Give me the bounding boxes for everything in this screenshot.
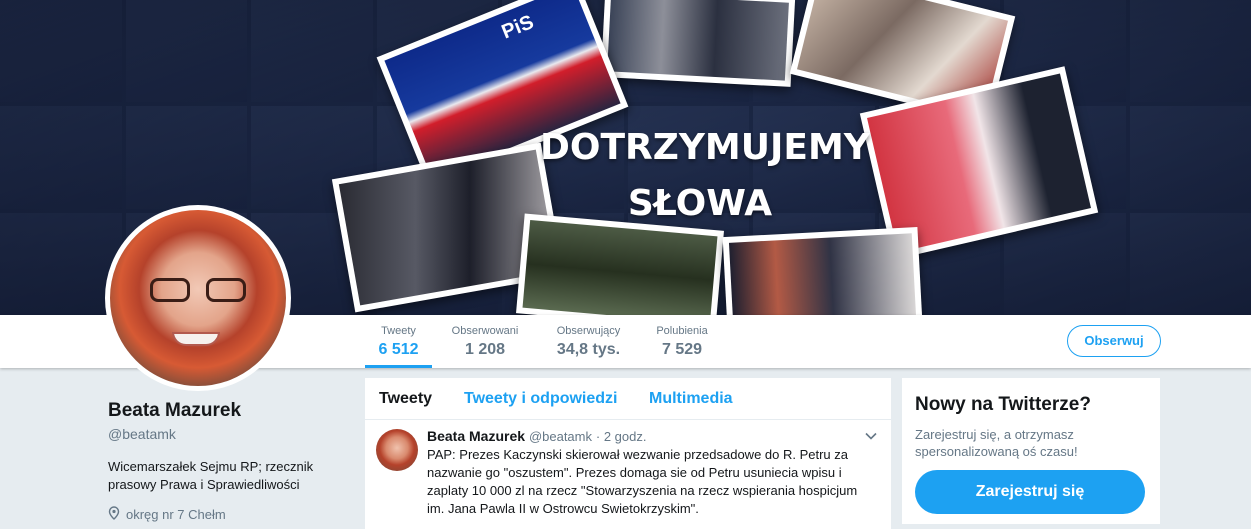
signup-panel: Nowy na Twitterze? Zarejestruj się, a ot… <box>902 378 1160 524</box>
location-pin-icon <box>108 506 120 523</box>
tweet[interactable]: Beata Mazurek @beatamk · 2 godz. PAP: Pr… <box>365 420 891 518</box>
profile-location: okręg nr 7 Chełm <box>108 506 348 523</box>
tab-tweets-and-replies[interactable]: Tweety i odpowiedzi <box>464 390 618 408</box>
follow-button[interactable]: Obserwuj <box>1067 325 1161 357</box>
profile-bio: Wicemarszałek Sejmu RP; rzecznik prasowy… <box>108 459 314 492</box>
tweet-avatar[interactable] <box>376 429 418 471</box>
profile-name[interactable]: Beata Mazurek <box>108 400 348 422</box>
twitter-profile-page: PiS DOTRZYMUJEMY SŁOWA Tweety 6 512 Obse… <box>0 0 1251 529</box>
stat-tweets[interactable]: Tweety 6 512 <box>365 315 432 368</box>
stat-likes[interactable]: Polubienia 7 529 <box>648 315 716 368</box>
tab-tweets[interactable]: Tweety <box>379 390 432 408</box>
tweet-header: Beata Mazurek @beatamk · 2 godz. <box>427 428 879 444</box>
tab-media[interactable]: Multimedia <box>649 390 733 408</box>
tweet-timestamp[interactable]: · 2 godz. <box>596 429 647 444</box>
timeline-tabs: Tweety Tweety i odpowiedzi Multimedia <box>365 378 891 420</box>
tweet-author-name[interactable]: Beata Mazurek <box>427 428 525 444</box>
profile-handle[interactable]: @beatamk <box>108 426 348 442</box>
signup-heading: Nowy na Twitterze? <box>915 394 1091 415</box>
banner-photo <box>600 0 796 87</box>
stat-following[interactable]: Obserwowani 1 208 <box>440 315 530 368</box>
profile-avatar[interactable] <box>105 205 291 391</box>
signup-button[interactable]: Zarejestruj się <box>915 470 1145 514</box>
banner-photo <box>722 226 923 315</box>
pis-logo: PiS <box>498 11 537 44</box>
chevron-down-icon[interactable] <box>865 429 877 443</box>
tweet-text: PAP: Prezes Kaczynski skierował wezwanie… <box>427 447 858 516</box>
profile-card: Beata Mazurek @beatamk Wicemarszałek Sej… <box>108 400 348 523</box>
stat-followers[interactable]: Obserwujący 34,8 tys. <box>546 315 631 368</box>
signup-subtext: Zarejestruj się, a otrzymasz spersonaliz… <box>915 427 1078 459</box>
timeline: Tweety Tweety i odpowiedzi Multimedia Be… <box>365 378 891 529</box>
tweet-author-handle[interactable]: @beatamk <box>529 429 592 444</box>
banner-slogan: DOTRZYMUJEMY SŁOWA <box>540 127 870 224</box>
